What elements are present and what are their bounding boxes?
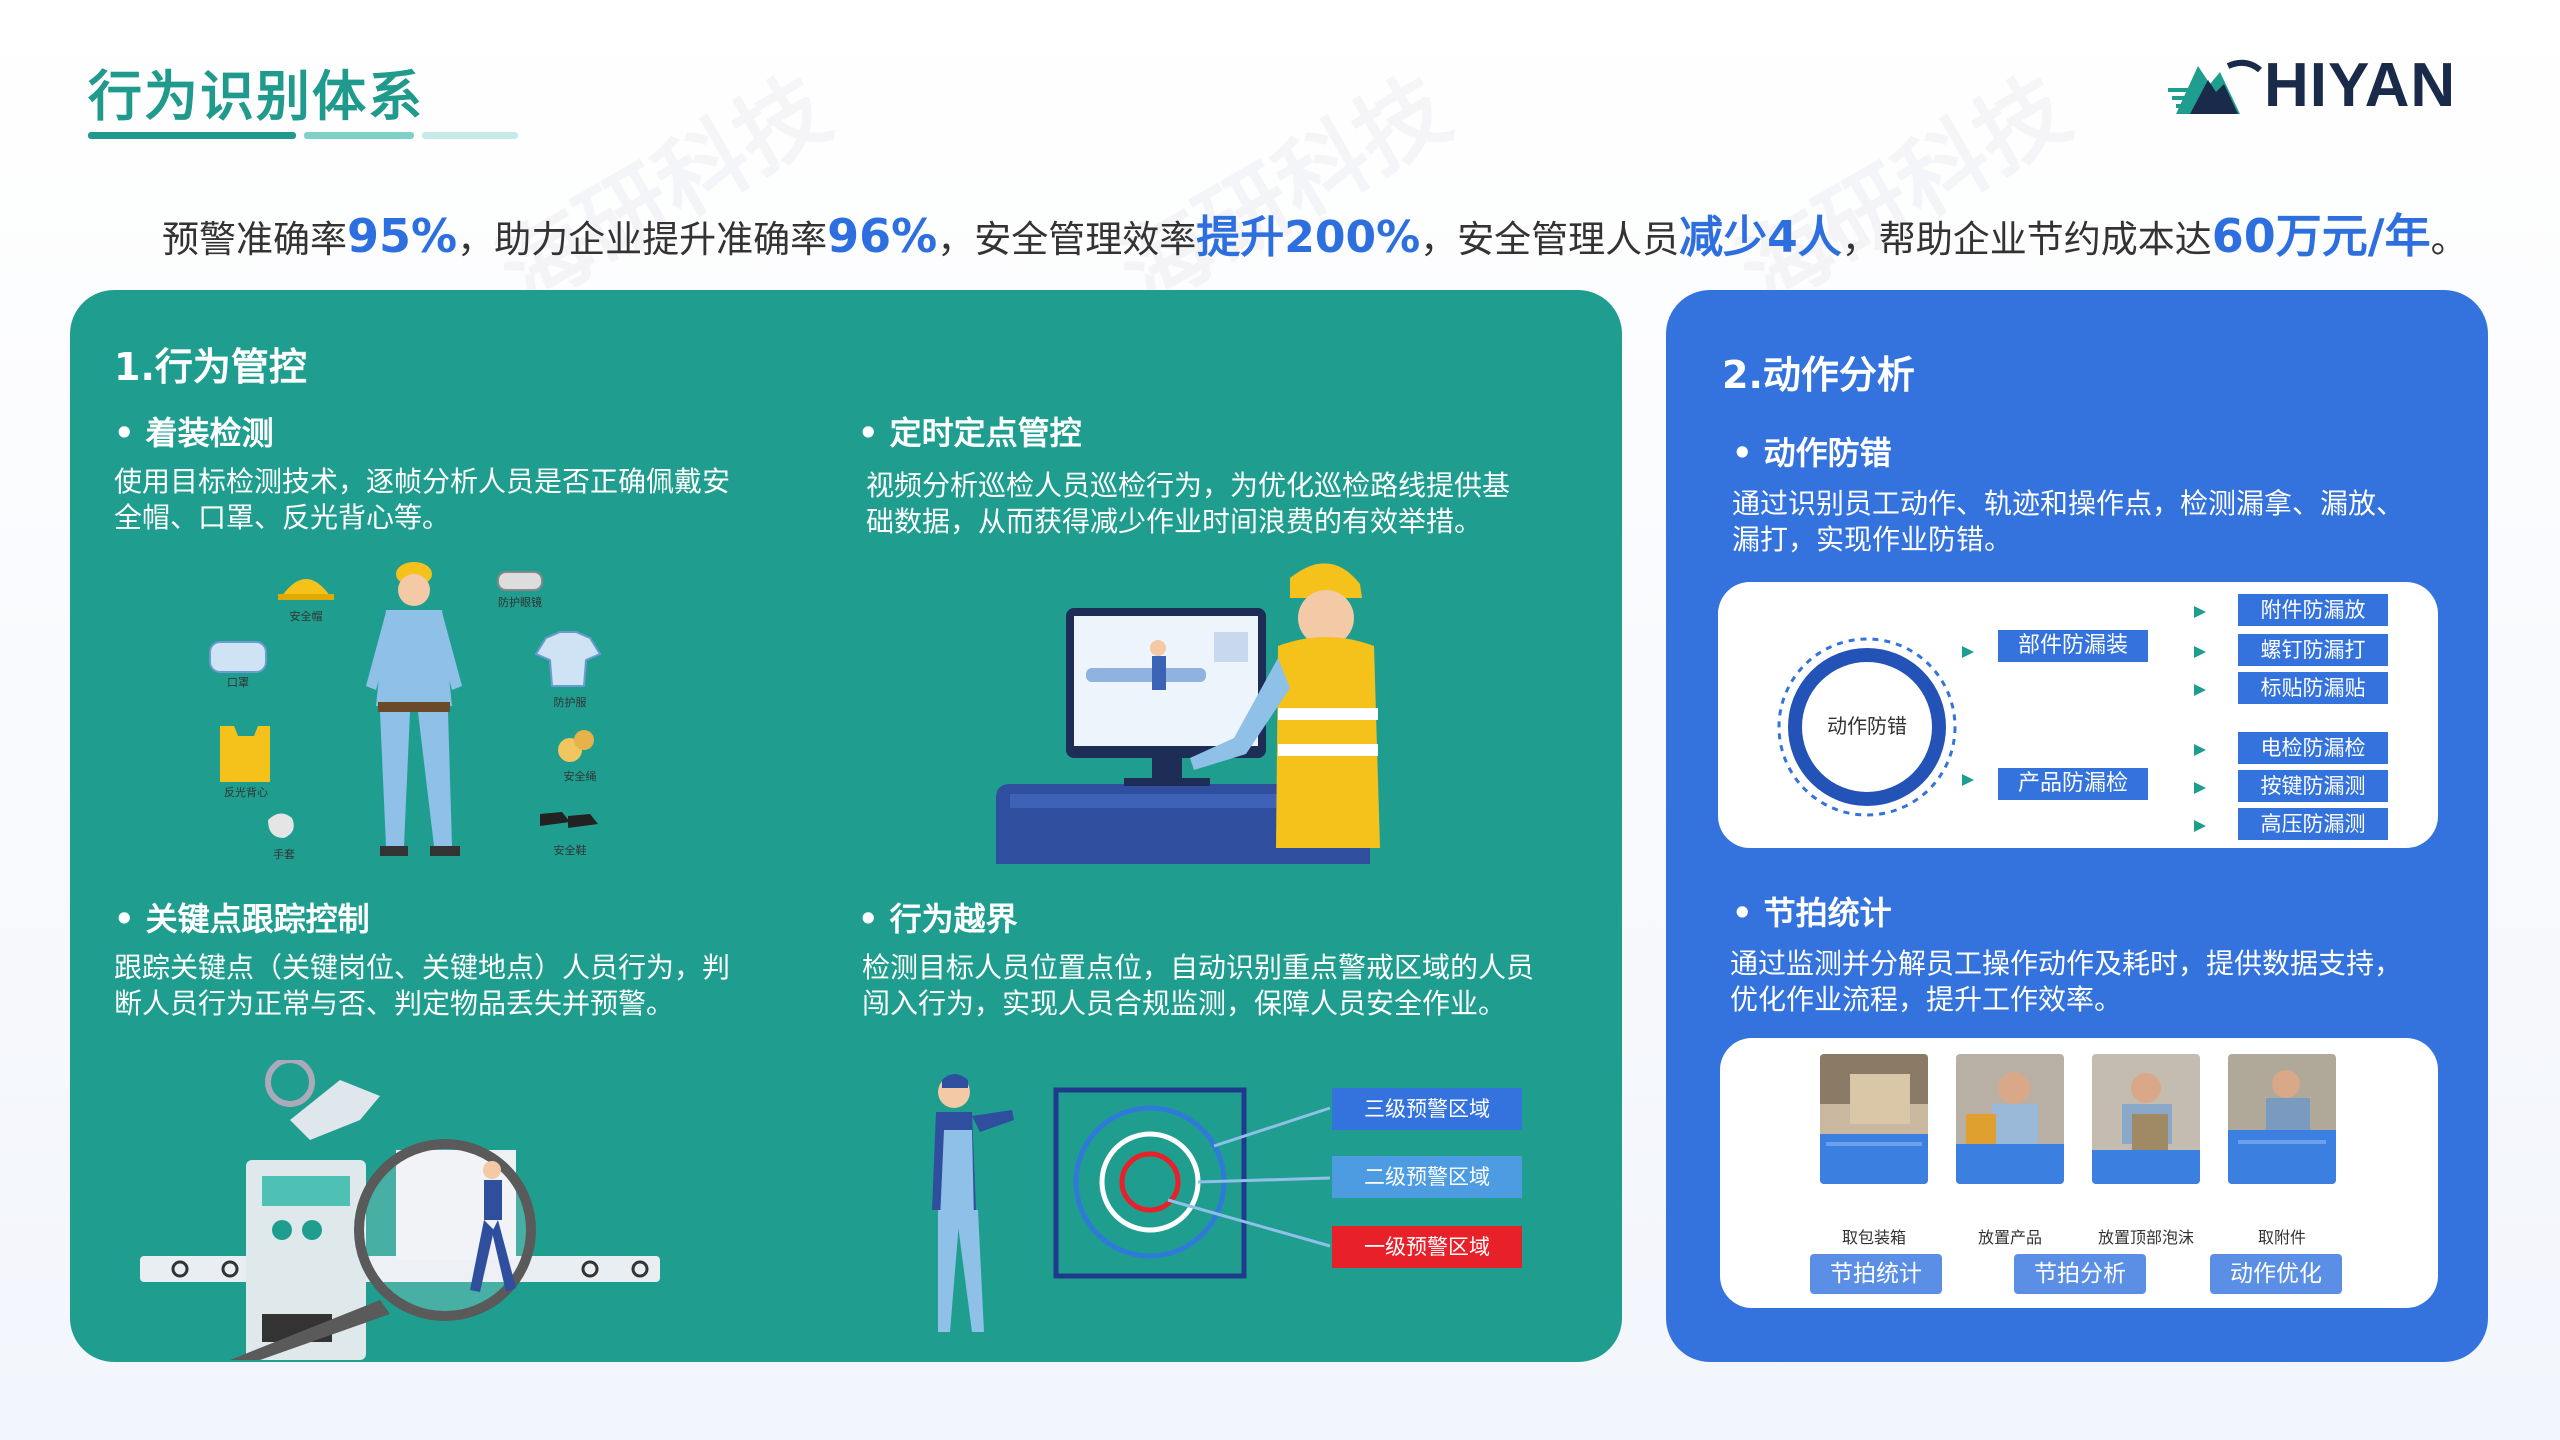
dress-detection-illustration: 安全帽 口罩 反光背心 手套 防护眼镜 防护服 安全绳 安全鞋 [209,562,602,861]
watermark: 海研科技 [1722,56,2087,328]
patrol-control-title: 定时定点管控 [858,408,1082,454]
photo-caption: 放置顶部泡沫 [2097,1228,2194,1247]
branch-parts: 部件防漏装 [1998,630,2148,662]
motion-optimize-button[interactable]: 动作优化 [2210,1254,2342,1294]
svg-text:安全鞋: 安全鞋 [554,843,587,857]
error-proof-desc: 通过识别员工动作、轨迹和操作点，检测漏拿、漏放、 漏打，实现作业防错。 [1732,486,2404,558]
boundary-illustration [932,1074,1331,1332]
takt-desc: 通过监测并分解员工操作动作及耗时，提供数据支持， 优化作业流程，提升工作效率。 [1730,946,2402,1018]
error-proof-title: 动作防错 [1732,428,1892,474]
logo-text: HIYAN [2264,51,2457,120]
summary-text: ，安全管理人员 [1420,218,1680,261]
svg-text:手套: 手套 [273,847,295,861]
svg-text:安全帽: 安全帽 [290,609,323,623]
dress-detection-title: 着装检测 [114,408,274,454]
photo-caption: 取包装箱 [1841,1228,1906,1247]
takt-title: 节拍统计 [1732,888,1892,934]
hiyan-logo: HIYAN [2168,44,2478,124]
takt-stats-button[interactable]: 节拍统计 [1810,1254,1942,1294]
error-proof-center: 动作防错 [1827,714,1907,738]
logo-mountain-icon [2168,59,2262,114]
keypoint-tracking-title: 关键点跟踪控制 [114,894,370,940]
error-proof-card: 动作防错 部件防漏装 产品防漏检 附件防漏放 螺钉防漏打 标贴防漏贴 电检防漏检… [1718,582,2438,848]
svg-text:反光背心: 反光背心 [224,785,268,799]
page-title: 行为识别体系 [88,65,424,128]
desc-line: 检测目标人员位置点位，自动识别重点警戒区域的人员 [862,951,1535,984]
zone-level-2: 二级预警区域 [1332,1156,1522,1198]
summary-line: 预警准确率95%，助力企业提升准确率96%，安全管理效率提升200%，安全管理人… [162,200,2468,266]
leaf-key-test: 按键防漏测 [2238,770,2388,802]
photo-caption: 放置产品 [1977,1228,2042,1247]
leaf-attachment: 附件防漏放 [2238,594,2388,626]
photo-place-product [1956,1054,2064,1184]
takt-card: 取包装箱 放置产品 放置顶部泡沫 取附件 节拍统计 节拍分析 动作优化 [1720,1038,2438,1308]
photo-take-box [1820,1054,1928,1184]
desc-line: 漏打，实现作业防错。 [1732,523,2013,556]
summary-value: 提升200% [1196,212,1421,263]
desc-line: 优化作业流程，提升工作效率。 [1730,983,2123,1016]
desc-line: 视频分析巡检人员巡检行为，为优化巡检路线提供基 [866,469,1511,502]
patrol-illustration [996,563,1380,864]
desc-line: 通过监测并分解员工操作动作及耗时，提供数据支持， [1730,947,2403,980]
patrol-control-desc: 视频分析巡检人员巡检行为，为优化巡检路线提供基 础数据，从而获得减少作业时间浪费… [866,468,1510,540]
desc-line: 通过识别员工动作、轨迹和操作点，检测漏拿、漏放、 [1732,487,2405,520]
svg-text:安全绳: 安全绳 [564,769,597,783]
title-underline [88,132,518,140]
summary-text: ，安全管理效率 [937,218,1197,261]
leaf-screw: 螺钉防漏打 [2238,634,2388,666]
behavior-control-title: 1.行为管控 [114,345,307,389]
desc-line: 础数据，从而获得减少作业时间浪费的有效举措。 [866,505,1483,538]
leaf-high-voltage: 高压防漏测 [2238,808,2388,840]
summary-value: 减少4人 [1679,212,1842,263]
summary-text: ，助力企业提升准确率 [457,218,828,261]
desc-line: 使用目标检测技术，逐帧分析人员是否正确佩戴安 [114,465,731,498]
branch-products: 产品防漏检 [1998,768,2148,800]
keypoint-tracking-desc: 跟踪关键点（关键岗位、关键地点）人员行为，判 断人员行为正常与否、判定物品丢失并… [114,950,730,1022]
summary-value: 96% [827,209,938,263]
photo-place-foam [2092,1054,2200,1184]
desc-line: 闯入行为，实现人员合规监测，保障人员安全作业。 [862,987,1507,1020]
watermark: 海研科技 [1102,56,1467,328]
leaf-electric-check: 电检防漏检 [2238,732,2388,764]
svg-text:口罩: 口罩 [227,676,249,689]
desc-line: 全帽、口罩、反光背心等。 [114,501,451,534]
takt-analysis-button[interactable]: 节拍分析 [2014,1254,2146,1294]
boundary-desc: 检测目标人员位置点位，自动识别重点警戒区域的人员 闯入行为，实现人员合规监测，保… [862,950,1534,1022]
boundary-title: 行为越界 [858,894,1018,940]
zone-level-1: 一级预警区域 [1332,1226,1522,1268]
svg-text:防护眼镜: 防护眼镜 [498,595,542,609]
photo-caption: 取附件 [2257,1228,2306,1247]
summary-value: 60万元/年 [2211,209,2431,263]
dress-detection-desc: 使用目标检测技术，逐帧分析人员是否正确佩戴安 全帽、口罩、反光背心等。 [114,464,730,536]
photo-take-attachment [2228,1054,2336,1184]
svg-text:防护服: 防护服 [554,695,587,709]
summary-text: 。 [2430,218,2468,261]
summary-text: 预警准确率 [162,218,347,261]
summary-text: ，帮助企业节约成本达 [1841,218,2212,261]
zone-level-3: 三级预警区域 [1332,1088,1522,1130]
motion-analysis-title: 2.动作分析 [1722,353,1915,397]
desc-line: 跟踪关键点（关键岗位、关键地点）人员行为，判 [114,951,731,984]
summary-value: 95% [347,209,458,263]
watermark: 海研科技 [482,56,847,328]
leaf-label: 标贴防漏贴 [2238,672,2388,704]
desc-line: 断人员行为正常与否、判定物品丢失并预警。 [114,987,675,1020]
keypoint-illustration [140,1060,660,1360]
